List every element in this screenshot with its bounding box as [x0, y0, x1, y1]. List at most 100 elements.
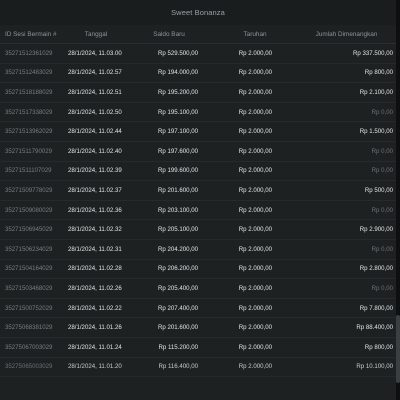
win-amount-cell: Rp 0,00 [371, 108, 393, 116]
session-id-cell: 35275067003029 [5, 343, 53, 351]
bet-cell: Rp 2.000,00 [238, 167, 272, 175]
session-id-cell: 35271513962029 [5, 128, 53, 136]
bet-cell: Rp 2.000,00 [238, 304, 272, 312]
session-id-cell: 35271506234029 [5, 245, 53, 253]
win-amount-cell: Rp 0,00 [371, 167, 393, 175]
date-cell: 28/1/2024, 11.02.44 [68, 128, 122, 136]
balance-cell: Rp 195.200,00 [158, 88, 198, 96]
session-id-cell: 35271504164029 [5, 265, 53, 273]
table-row[interactable]: 35271509778029 28/1/2024, 11.02.37 Rp 201.… [0, 181, 396, 201]
bet-cell: Rp 2.000,00 [238, 324, 272, 332]
bet-cell: Rp 2.000,00 [238, 49, 272, 57]
win-amount-cell: Rp 800,00 [364, 69, 393, 77]
history-panel: Sweet Bonanza ID Sesi Bermain # Tanggal … [0, 0, 396, 400]
table-row[interactable]: 35275065003029 28/1/2024, 11.01.20 Rp 116.… [0, 358, 396, 378]
win-amount-cell: Rp 2.900,00 [359, 226, 393, 234]
session-id-cell: 35271509778029 [5, 186, 53, 194]
table-row[interactable]: 35271518188029 28/1/2024, 11.02.51 Rp 195.… [0, 83, 396, 103]
session-id-cell: 35271518188029 [5, 88, 53, 96]
scrollbar-thumb[interactable] [396, 315, 400, 383]
date-cell: 28/1/2024, 11.02.39 [68, 167, 122, 175]
win-amount-cell: Rp 10.100,00 [356, 363, 393, 371]
win-amount-cell: Rp 1.500,00 [359, 128, 393, 136]
bet-cell: Rp 2.000,00 [238, 108, 272, 116]
table-header: ID Sesi Bermain # Tanggal Saldo Baru Tar… [0, 25, 396, 44]
bet-cell: Rp 2.000,00 [238, 226, 272, 234]
balance-cell: Rp 207.400,00 [158, 304, 198, 312]
balance-cell: Rp 206.200,00 [158, 265, 198, 273]
balance-cell: Rp 195.100,00 [158, 108, 198, 116]
table-row[interactable]: 35271512483029 28/1/2024, 11.02.57 Rp 194.… [0, 64, 396, 84]
table-row[interactable]: 35275067003029 28/1/2024, 11.01.24 Rp 115.… [0, 338, 396, 358]
date-cell: 28/1/2024, 11.02.22 [68, 304, 122, 312]
session-id-cell: 35271517338029 [5, 108, 53, 116]
table-row[interactable]: 35271513962029 28/1/2024, 11.02.44 Rp 197.… [0, 122, 396, 142]
header-session-id: ID Sesi Bermain # [5, 30, 57, 38]
win-amount-cell: Rp 800,00 [364, 343, 393, 351]
balance-cell: Rp 199.600,00 [158, 167, 198, 175]
balance-cell: Rp 529.500,00 [158, 49, 198, 57]
balance-cell: Rp 194.000,00 [158, 69, 198, 77]
date-cell: 28/1/2024, 11.02.57 [68, 69, 122, 77]
session-id-cell: 35275068381029 [5, 324, 53, 332]
win-amount-cell: Rp 337.500,00 [353, 49, 393, 57]
table-row[interactable]: 35271500752029 28/1/2024, 11.02.22 Rp 207.… [0, 299, 396, 319]
session-id-cell: 35271511107029 [5, 167, 52, 175]
balance-cell: Rp 205.400,00 [158, 284, 198, 292]
win-amount-cell: Rp 88.400,00 [356, 324, 393, 332]
table-row[interactable]: 35271503468029 28/1/2024, 11.02.26 Rp 205.… [0, 279, 396, 299]
date-cell: 28/1/2024, 11.02.50 [68, 108, 122, 116]
table-row[interactable]: 35271509080029 28/1/2024, 11.02.36 Rp 203.… [0, 201, 396, 221]
table-body: 35271512361029 28/1/2024, 11.03.00 Rp 529.… [0, 44, 396, 378]
session-id-cell: 35271503468029 [5, 284, 53, 292]
date-cell: 28/1/2024, 11.02.36 [68, 206, 122, 214]
bet-cell: Rp 2.000,00 [238, 186, 272, 194]
table-row[interactable]: 35271511790029 28/1/2024, 11.02.40 Rp 197.… [0, 142, 396, 162]
bet-cell: Rp 2.000,00 [238, 284, 272, 292]
win-amount-cell: Rp 0,00 [371, 206, 393, 214]
session-id-cell: 35271500752029 [5, 304, 53, 312]
date-cell: 28/1/2024, 11.02.31 [68, 245, 122, 253]
balance-cell: Rp 116.400,00 [158, 363, 198, 371]
window-title: Sweet Bonanza [0, 0, 396, 25]
balance-cell: Rp 204.200,00 [158, 245, 198, 253]
balance-cell: Rp 205.100,00 [158, 226, 198, 234]
date-cell: 28/1/2024, 11.01.26 [68, 324, 122, 332]
table-row[interactable]: 35271506945029 28/1/2024, 11.02.32 Rp 205.… [0, 220, 396, 240]
balance-cell: Rp 115.200,00 [158, 343, 198, 351]
balance-cell: Rp 197.100,00 [158, 128, 198, 136]
bet-cell: Rp 2.000,00 [238, 69, 272, 77]
win-amount-cell: Rp 2.100,00 [359, 88, 393, 96]
date-cell: 28/1/2024, 11.01.20 [68, 363, 122, 371]
session-id-cell: 35275065003029 [5, 363, 53, 371]
session-id-cell: 35271512483029 [5, 69, 53, 77]
screen: Sweet Bonanza ID Sesi Bermain # Tanggal … [0, 0, 400, 400]
bet-cell: Rp 2.000,00 [238, 245, 272, 253]
header-balance: Saldo Baru [153, 30, 185, 38]
session-id-cell: 35271512361029 [5, 49, 53, 57]
table-row[interactable]: 35271506234029 28/1/2024, 11.02.31 Rp 204.… [0, 240, 396, 260]
session-id-cell: 35271509080029 [5, 206, 53, 214]
header-date: Tanggal [84, 30, 108, 38]
bet-cell: Rp 2.000,00 [238, 343, 272, 351]
balance-cell: Rp 203.100,00 [158, 206, 198, 214]
table-row[interactable]: 35271517338029 28/1/2024, 11.02.50 Rp 195.… [0, 103, 396, 123]
date-cell: 28/1/2024, 11.02.32 [68, 226, 122, 234]
table-row[interactable]: 35271511107029 28/1/2024, 11.02.39 Rp 199.… [0, 162, 396, 182]
date-cell: 28/1/2024, 11.02.40 [68, 147, 122, 155]
win-amount-cell: Rp 0,00 [371, 284, 393, 292]
header-win-amount: Jumlah Dimenangkan [315, 30, 378, 38]
balance-cell: Rp 201.600,00 [158, 324, 198, 332]
bet-cell: Rp 2.000,00 [238, 363, 272, 371]
bet-cell: Rp 2.000,00 [238, 206, 272, 214]
win-amount-cell: Rp 500,00 [364, 186, 393, 194]
balance-cell: Rp 201.600,00 [158, 186, 198, 194]
session-id-cell: 35271506945029 [5, 226, 53, 234]
table-row[interactable]: 35271504164029 28/1/2024, 11.02.28 Rp 206.… [0, 260, 396, 280]
table-row[interactable]: 35271512361029 28/1/2024, 11.03.00 Rp 529.… [0, 44, 396, 64]
win-amount-cell: Rp 2.800,00 [359, 265, 393, 273]
date-cell: 28/1/2024, 11.02.51 [68, 88, 122, 96]
table-row[interactable]: 35275068381029 28/1/2024, 11.01.26 Rp 201.… [0, 318, 396, 338]
bet-cell: Rp 2.000,00 [238, 265, 272, 273]
bet-cell: Rp 2.000,00 [238, 147, 272, 155]
